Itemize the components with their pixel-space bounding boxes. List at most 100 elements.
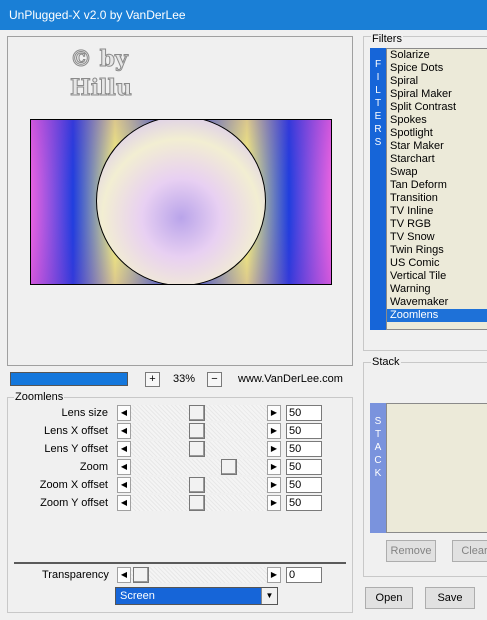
filter-item[interactable]: Spiral Maker (387, 88, 487, 101)
filter-item[interactable]: TV Snow (387, 231, 487, 244)
arrow-left-icon[interactable]: ◀ (117, 423, 131, 439)
filter-item[interactable]: Warning (387, 283, 487, 296)
zoom-out-button[interactable]: − (207, 372, 222, 387)
filter-item[interactable]: Spiral (387, 75, 487, 88)
filter-item[interactable]: Swap (387, 166, 487, 179)
slider-thumb[interactable] (189, 495, 205, 511)
arrow-left-icon[interactable]: ◀ (117, 459, 131, 475)
slider-thumb[interactable] (189, 441, 205, 457)
transparency-slider[interactable]: ◀ ▶ (117, 567, 281, 583)
side-letter: C (374, 455, 382, 466)
watermark-line-2: Hillu (70, 75, 133, 102)
arrow-left-icon[interactable]: ◀ (117, 441, 131, 457)
param-slider[interactable]: ◀ ▶ (117, 405, 281, 421)
stack-list[interactable] (386, 403, 487, 533)
arrow-right-icon[interactable]: ▶ (267, 423, 281, 439)
preview-panel[interactable]: © by Hillu (7, 36, 353, 366)
param-label: Lens X offset (43, 425, 108, 437)
side-letter: S (374, 416, 382, 427)
watermark-line-1: © by (70, 46, 129, 73)
filters-list[interactable]: Solarize Spice Dots Spiral Spiral Maker Spli… (386, 48, 487, 330)
arrow-right-icon[interactable]: ▶ (267, 567, 281, 583)
side-letter: K (374, 468, 382, 479)
filter-item[interactable]: Starchart (387, 153, 487, 166)
stack-side-tab: STACK (370, 403, 386, 533)
param-value[interactable]: 50 (286, 405, 322, 421)
params-group-label: Zoomlens (14, 391, 65, 403)
filter-item[interactable]: Transition (387, 192, 487, 205)
arrow-left-icon[interactable]: ◀ (117, 477, 131, 493)
param-label: Zoom X offset (39, 479, 108, 491)
arrow-right-icon[interactable]: ▶ (267, 459, 281, 475)
blend-mode-value: Screen (120, 590, 155, 602)
zoom-lens-circle (96, 120, 266, 284)
filter-item[interactable]: Split Contrast (387, 101, 487, 114)
arrow-left-icon[interactable]: ◀ (117, 405, 131, 421)
filters-label: Filters (371, 33, 403, 45)
arrow-left-icon[interactable]: ◀ (117, 495, 131, 511)
side-letter: S (374, 137, 382, 148)
zoom-in-button[interactable]: + (145, 372, 160, 387)
filter-item[interactable]: Twin Rings (387, 244, 487, 257)
chevron-down-icon[interactable]: ▼ (261, 588, 277, 604)
filter-item[interactable]: Spice Dots (387, 62, 487, 75)
param-label: Lens Y offset (44, 443, 108, 455)
slider-track[interactable] (131, 459, 267, 475)
param-value[interactable]: 50 (286, 441, 322, 457)
divider (14, 562, 346, 564)
filters-side-tab: FILTERS (370, 48, 386, 330)
filters-group: Filters FILTERS Solarize Spice Dots Spiral… (363, 33, 487, 351)
filter-item[interactable]: Tan Deform (387, 179, 487, 192)
arrow-right-icon[interactable]: ▶ (267, 477, 281, 493)
param-slider[interactable]: ◀ ▶ (117, 441, 281, 457)
blend-mode-select[interactable]: Screen ▼ (115, 587, 278, 605)
param-label: Lens size (61, 407, 108, 419)
arrow-right-icon[interactable]: ▶ (267, 441, 281, 457)
side-letter: E (374, 111, 382, 122)
arrow-right-icon[interactable]: ▶ (267, 405, 281, 421)
filter-item[interactable]: Spokes (387, 114, 487, 127)
param-value[interactable]: 50 (286, 459, 322, 475)
transparency-value[interactable]: 0 (286, 567, 322, 583)
watermark: © by Hillu (70, 45, 160, 107)
param-value[interactable]: 50 (286, 477, 322, 493)
clear-button[interactable]: Clear (452, 540, 487, 562)
param-slider[interactable]: ◀ ▶ (117, 477, 281, 493)
arrow-right-icon[interactable]: ▶ (267, 495, 281, 511)
filter-item[interactable]: Star Maker (387, 140, 487, 153)
slider-thumb[interactable] (189, 423, 205, 439)
arrow-left-icon[interactable]: ◀ (117, 567, 131, 583)
filter-item[interactable]: TV RGB (387, 218, 487, 231)
side-letter: A (374, 442, 382, 453)
param-slider[interactable]: ◀ ▶ (117, 423, 281, 439)
filter-item[interactable]: Vertical Tile (387, 270, 487, 283)
progress-bar (10, 372, 128, 386)
preview-image (30, 119, 332, 285)
filter-item[interactable]: Zoomlens (387, 309, 487, 322)
slider-thumb[interactable] (133, 567, 149, 583)
remove-button[interactable]: Remove (386, 540, 436, 562)
slider-track[interactable] (131, 567, 267, 583)
slider-thumb[interactable] (189, 477, 205, 493)
filter-item[interactable]: Spotlight (387, 127, 487, 140)
param-slider[interactable]: ◀ ▶ (117, 459, 281, 475)
filter-item[interactable]: Solarize (387, 49, 487, 62)
open-button[interactable]: Open (365, 587, 413, 609)
side-letter: F (374, 59, 382, 70)
param-value[interactable]: 50 (286, 423, 322, 439)
website-link[interactable]: www.VanDerLee.com (238, 373, 343, 385)
stack-group: Stack STACK Remove Clear (363, 356, 487, 577)
param-value[interactable]: 50 (286, 495, 322, 511)
save-button[interactable]: Save (425, 587, 475, 609)
slider-thumb[interactable] (189, 405, 205, 421)
side-letter: R (374, 124, 382, 135)
param-slider[interactable]: ◀ ▶ (117, 495, 281, 511)
slider-thumb[interactable] (221, 459, 237, 475)
filter-item[interactable]: Wavemaker (387, 296, 487, 309)
filter-item[interactable]: TV Inline (387, 205, 487, 218)
param-label: Zoom Y offset (40, 497, 108, 509)
side-letter: I (376, 72, 380, 83)
zoom-level: 33% (173, 373, 196, 385)
stack-label: Stack (371, 356, 401, 368)
filter-item[interactable]: US Comic (387, 257, 487, 270)
